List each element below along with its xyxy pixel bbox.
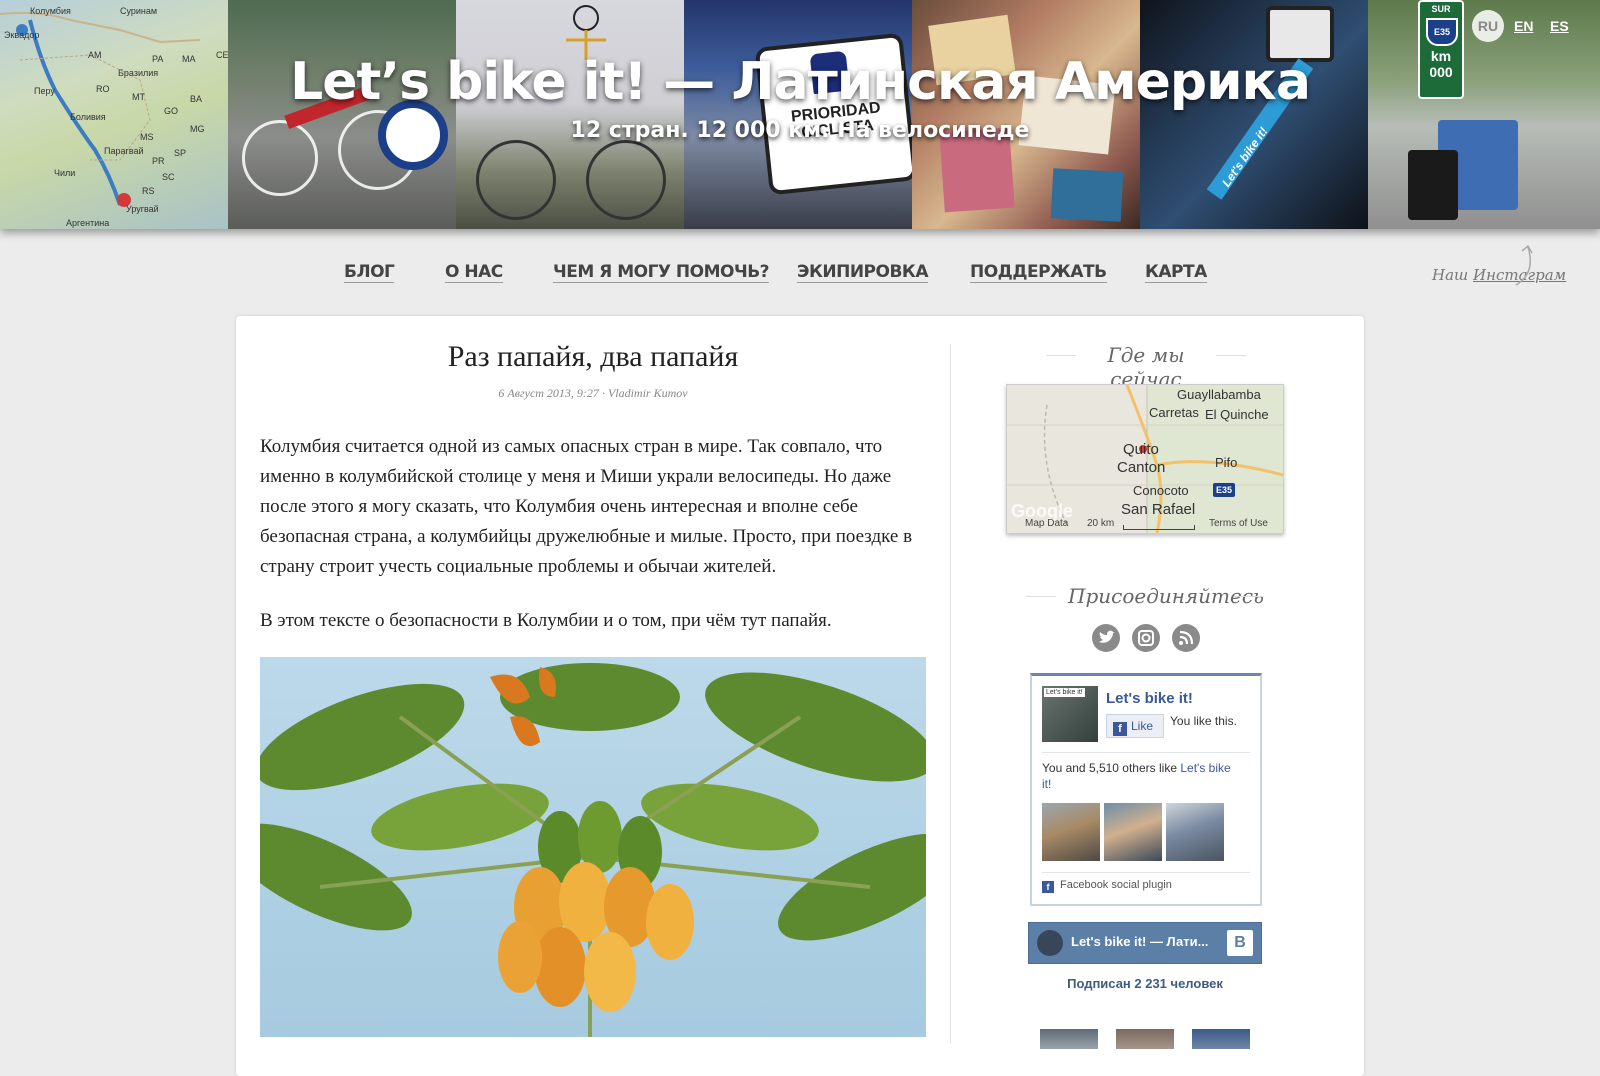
page-thumbnail[interactable]: Let's bike it! — [1042, 686, 1098, 742]
vk-group-title[interactable]: Let's bike it! — Лати... — [1071, 934, 1208, 949]
fan-avatar[interactable] — [1166, 803, 1224, 861]
postcard-shape — [1050, 168, 1124, 222]
map-place-label: Conocoto — [1133, 483, 1189, 498]
header-banner: Колумбия Суринам Эквадор Перу Бразилия Б… — [0, 0, 1600, 229]
fb-page-name[interactable]: Let's bike it! — [1106, 690, 1193, 707]
map-place-label: Carretas — [1149, 405, 1199, 420]
fb-count-text: You and 5,510 others like — [1042, 761, 1177, 775]
map-terms-link[interactable]: Terms of Use — [1209, 518, 1268, 529]
meta-separator: · — [601, 386, 605, 400]
curved-arrow-icon — [1515, 244, 1533, 286]
nav-item-about[interactable]: О НАС — [445, 262, 503, 283]
map-place-label: Quito — [1123, 441, 1159, 458]
map-place-label: El Quinche — [1205, 407, 1269, 422]
post-author[interactable]: Vladimir Kumov — [608, 386, 688, 400]
wheel-shape — [476, 140, 556, 220]
map-label: Чили — [54, 168, 76, 178]
camera-glyph — [1138, 630, 1154, 646]
facebook-like-box: Let's bike it! Let's bike it! f Like You … — [1030, 673, 1262, 906]
column-divider — [950, 344, 951, 1044]
vk-member-avatar[interactable] — [1116, 1029, 1174, 1049]
map-label: SP — [174, 148, 187, 158]
pannier-shape — [1408, 150, 1458, 220]
map-label: PR — [152, 156, 165, 166]
post-paragraph: Колумбия считается одной из самых опасны… — [260, 436, 913, 577]
fb-you-like-text: You like this. — [1170, 714, 1237, 728]
vk-logo-icon: B — [1227, 930, 1253, 956]
site-subtitle: 12 стран. 12 000 км. На велосипеде — [570, 118, 1030, 143]
banner-tile-map: Колумбия Суринам Эквадор Перу Бразилия Б… — [0, 0, 228, 229]
nav-item-map[interactable]: КАРТА — [1145, 262, 1207, 283]
map-scale: 20 km — [1087, 518, 1115, 529]
route-shield-icon: E35 — [1213, 483, 1235, 497]
map-label: SC — [162, 172, 175, 182]
thumbnail-caption: Let's bike it! — [1044, 688, 1085, 697]
banner-tile-bikes — [228, 0, 456, 229]
post-date: 6 Август 2013, 9:27 — [498, 386, 599, 400]
main-nav: БЛОГ О НАС ЧЕМ Я МОГУ ПОМОЧЬ? ЭКИПИРОВКА… — [0, 262, 1600, 292]
banner-tile-postcards — [912, 0, 1140, 229]
map-data-link[interactable]: Map Data — [1025, 518, 1068, 529]
instagram-icon[interactable] — [1132, 624, 1160, 652]
location-map[interactable]: Guayllabamba Carretas El Quinche Quito C… — [1006, 384, 1284, 534]
banner-tile-touring-bike — [456, 0, 684, 229]
map-place-label: Guayllabamba — [1177, 387, 1261, 402]
vk-member-avatar[interactable] — [1192, 1029, 1250, 1049]
nav-item-help[interactable]: ЧЕМ Я МОГУ ПОМОЧЬ? — [553, 262, 770, 283]
join-heading: Присоединяйтесь — [1026, 584, 1264, 608]
fb-divider — [1042, 752, 1250, 753]
post-meta: 6 Август 2013, 9:27 · Vladimir Kumov — [260, 386, 926, 401]
map-label: Аргентина — [66, 218, 110, 228]
route-shield: E35 — [1426, 18, 1458, 46]
post-paragraph: В этом тексте о безопасности в Колумбии … — [260, 610, 832, 631]
plugin-label: Facebook social plugin — [1060, 879, 1172, 891]
fb-plugin-footer: f Facebook social plugin — [1042, 879, 1172, 893]
vk-widget-header[interactable]: Let's bike it! — Лати... B — [1028, 922, 1262, 964]
map-place-label: San Rafael — [1121, 501, 1196, 518]
fb-like-count: You and 5,510 others like Let's bike it! — [1042, 760, 1242, 792]
nav-item-equipment[interactable]: ЭКИПИРОВКА — [797, 262, 928, 283]
wheel-shape — [586, 140, 666, 220]
papaya-tree-graphic — [260, 663, 926, 1037]
nav-item-blog[interactable]: БЛОГ — [344, 262, 395, 283]
lang-es[interactable]: ES — [1550, 18, 1569, 34]
fan-avatar[interactable] — [1104, 803, 1162, 861]
twitter-bird-glyph — [1099, 630, 1115, 643]
instagram-link-block: Наш Инстаграм — [1432, 266, 1566, 284]
map-place-label: Canton — [1117, 459, 1166, 476]
instagram-prefix: Наш — [1432, 266, 1469, 284]
map-label: Уругвай — [126, 204, 159, 214]
site-title[interactable]: Let’s bike it! — Латинская Америка — [0, 52, 1600, 112]
map-label: RS — [142, 186, 155, 196]
facebook-icon: f — [1113, 722, 1127, 736]
vk-member-avatar[interactable] — [1040, 1029, 1098, 1049]
scale-bar — [1123, 525, 1195, 530]
like-label: Like — [1131, 719, 1154, 733]
fb-like-button[interactable]: f Like — [1106, 714, 1164, 738]
map-label: Суринам — [120, 6, 158, 16]
rss-glyph — [1179, 630, 1194, 645]
nav-item-support[interactable]: ПОДДЕРЖАТЬ — [970, 262, 1107, 283]
map-label: Колумбия — [30, 6, 71, 16]
rss-icon[interactable] — [1172, 624, 1200, 652]
fb-divider — [1042, 872, 1250, 873]
twitter-icon[interactable] — [1092, 624, 1120, 652]
map-label: Эквадор — [4, 30, 40, 40]
lang-ru[interactable]: RU — [1472, 10, 1504, 42]
vk-group-avatar — [1037, 930, 1063, 956]
map-label: Парагвай — [104, 146, 144, 156]
map-place-label: Pifo — [1215, 455, 1238, 470]
lang-en[interactable]: EN — [1514, 18, 1533, 34]
papaya-illustration — [260, 657, 926, 1037]
highway-direction: SUR — [1431, 4, 1451, 14]
banner-tile-bike-computer: Let's bike it! — [1140, 0, 1368, 229]
fan-avatar[interactable] — [1042, 803, 1100, 861]
vk-subscribers: Подписан 2 231 человек — [1067, 976, 1223, 991]
post-title[interactable]: Раз папайя, два папайя — [260, 340, 926, 374]
facebook-icon: f — [1042, 881, 1054, 893]
